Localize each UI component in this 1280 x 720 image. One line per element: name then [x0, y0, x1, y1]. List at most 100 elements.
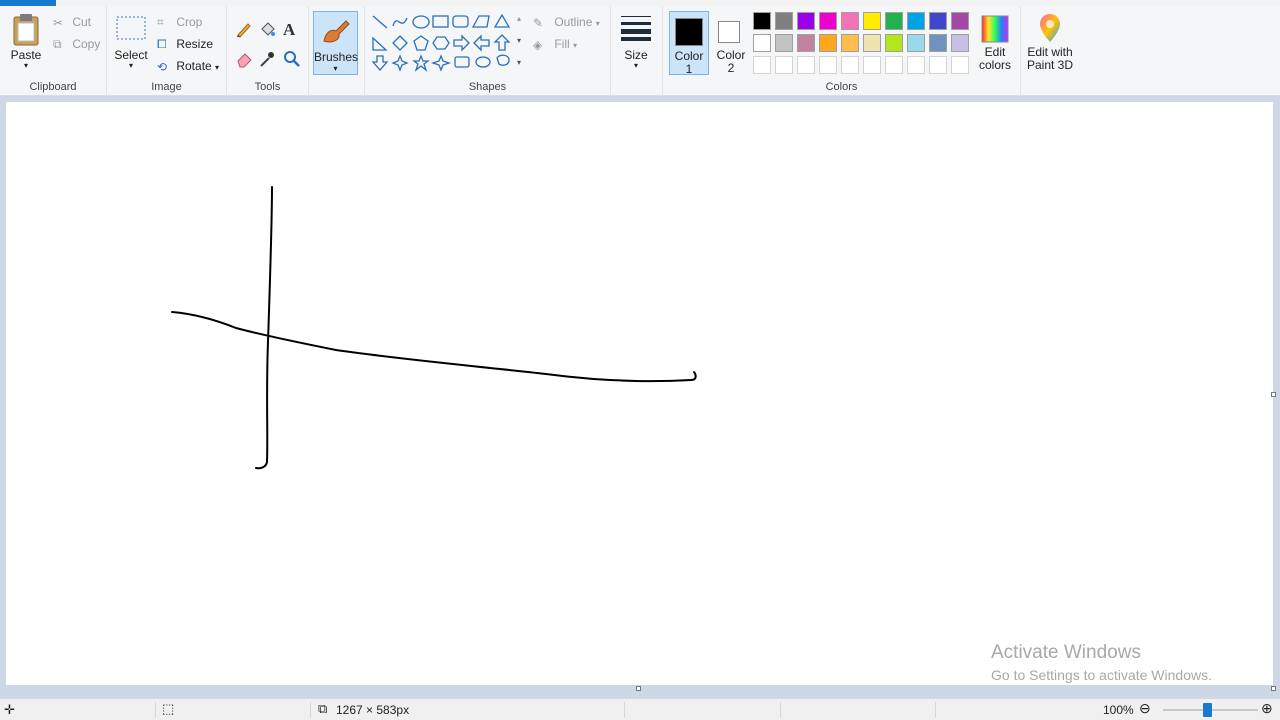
rotate-button[interactable]: ⟲ Rotate ▾ — [157, 59, 219, 74]
palette-swatch[interactable] — [929, 12, 947, 30]
shapes-gallery: ▴ ▾ ▾ — [369, 12, 527, 76]
shapes-scroll-up-icon[interactable]: ▴ — [517, 14, 521, 23]
clipboard-icon — [13, 14, 39, 46]
palette-swatch[interactable] — [907, 34, 925, 52]
palette-swatch[interactable] — [885, 12, 903, 30]
brushes-label: Brushes — [314, 50, 359, 64]
select-label: Select — [114, 48, 148, 62]
shapes-more-icon[interactable]: ▾ — [517, 58, 521, 67]
size-dropdown-icon[interactable]: ▾ — [617, 62, 655, 70]
rotate-dropdown-icon[interactable]: ▾ — [215, 63, 219, 72]
shapes-scroll-down-icon[interactable]: ▾ — [517, 36, 521, 45]
palette-swatch[interactable] — [775, 12, 793, 30]
palette-swatch[interactable] — [863, 56, 881, 74]
palette-swatch[interactable] — [797, 56, 815, 74]
copy-button[interactable]: ⧉ Copy — [53, 37, 100, 52]
palette-swatch[interactable] — [951, 56, 969, 74]
palette-swatch[interactable] — [841, 34, 859, 52]
canvas-resize-handle-bottom[interactable] — [636, 686, 641, 691]
zoom-out-icon[interactable]: ⊖ — [1139, 700, 1151, 717]
fill-label: Fill — [554, 37, 570, 51]
palette-swatch[interactable] — [929, 56, 947, 74]
edit-colors-label: Edit colors — [978, 45, 1011, 72]
edit-colors-button[interactable]: Edit colors — [975, 14, 1015, 72]
paste-button[interactable]: Paste ▾ — [6, 12, 46, 70]
crop-button[interactable]: ⌗ Crop — [157, 15, 202, 30]
palette-swatch[interactable] — [819, 12, 837, 30]
palette-swatch[interactable] — [797, 12, 815, 30]
text-tool-icon[interactable]: A — [283, 20, 295, 40]
select-button[interactable]: Select ▾ — [113, 14, 149, 70]
canvas-size-icon: ⧉ — [318, 701, 328, 716]
cut-label: Cut — [72, 15, 92, 29]
palette-swatch[interactable] — [819, 56, 837, 74]
outline-dropdown-icon[interactable]: ▾ — [596, 19, 600, 28]
palette-swatch[interactable] — [929, 34, 947, 52]
palette-swatch[interactable] — [775, 34, 793, 52]
color2-label: Color 2 — [716, 48, 746, 75]
zoom-slider-thumb[interactable] — [1203, 703, 1212, 717]
size-label: Size — [624, 48, 648, 62]
activate-windows-title: Activate Windows — [991, 642, 1141, 663]
palette-swatch[interactable] — [753, 34, 771, 52]
outline-button[interactable]: ✎ Outline ▾ — [533, 15, 600, 30]
canvas-resize-handle-right[interactable] — [1271, 392, 1276, 397]
eraser-icon[interactable] — [235, 50, 253, 68]
color1-swatch — [675, 18, 703, 46]
palette-swatch[interactable] — [951, 12, 969, 30]
fill-icon: ◈ — [533, 37, 543, 52]
status-bar: ✛ ⬚ ⧉ 1267 × 583px 100% ⊖ ⊕ — [0, 698, 1280, 720]
palette-swatch[interactable] — [885, 56, 903, 74]
drawing-canvas[interactable] — [6, 102, 1273, 685]
canvas-dimensions: 1267 × 583px — [336, 703, 410, 717]
size-button[interactable]: Size ▾ — [617, 14, 655, 70]
cursor-position-icon: ✛ — [4, 702, 15, 717]
color-picker-icon[interactable] — [258, 50, 276, 68]
size-group: Size ▾ — [611, 6, 663, 96]
brushes-group: Brushes ▾ — [309, 6, 365, 96]
fill-button[interactable]: ◈ Fill ▾ — [533, 37, 577, 52]
palette-swatch[interactable] — [863, 34, 881, 52]
palette-swatch[interactable] — [819, 34, 837, 52]
brushes-dropdown-icon[interactable]: ▾ — [314, 64, 357, 73]
palette-swatch[interactable] — [951, 34, 969, 52]
palette-swatch[interactable] — [907, 12, 925, 30]
palette-swatch[interactable] — [753, 56, 771, 74]
copy-icon: ⧉ — [53, 37, 62, 52]
cut-button[interactable]: ✂ Cut — [53, 15, 91, 30]
palette-swatch[interactable] — [775, 56, 793, 74]
color-palette — [753, 6, 978, 86]
palette-swatch[interactable] — [863, 12, 881, 30]
color-spectrum-icon — [981, 15, 1009, 43]
canvas-resize-handle-corner[interactable] — [1271, 686, 1276, 691]
zoom-level: 100% — [1103, 703, 1134, 717]
edit-with-paint3d-button[interactable]: Edit with Paint 3D — [1021, 14, 1079, 72]
canvas-area: Activate Windows Go to Settings to activ… — [0, 96, 1280, 698]
ribbon: Paste ▾ ✂ Cut ⧉ Copy Clipboard Select ▾ … — [0, 6, 1280, 96]
color2-button[interactable]: Color 2 — [712, 11, 750, 75]
brush-icon — [323, 20, 350, 43]
palette-swatch[interactable] — [841, 12, 859, 30]
magnifier-icon[interactable] — [283, 50, 301, 68]
crop-icon: ⌗ — [157, 15, 164, 30]
colors-group: Color 1 Color 2 Edit colors Colors — [663, 6, 1021, 96]
resize-button[interactable]: ⧠ Resize — [157, 37, 213, 52]
palette-swatch[interactable] — [797, 34, 815, 52]
brushes-button[interactable]: Brushes ▾ — [313, 11, 358, 75]
select-dropdown-icon[interactable]: ▾ — [113, 62, 149, 70]
palette-swatch[interactable] — [753, 12, 771, 30]
pencil-icon[interactable] — [235, 20, 253, 38]
zoom-in-icon[interactable]: ⊕ — [1261, 700, 1273, 717]
palette-swatch[interactable] — [841, 56, 859, 74]
clipboard-group-label: Clipboard — [29, 81, 77, 93]
palette-swatch[interactable] — [885, 34, 903, 52]
palette-swatch[interactable] — [907, 56, 925, 74]
fill-bucket-icon[interactable] — [258, 20, 276, 38]
color1-button[interactable]: Color 1 — [669, 11, 709, 76]
rotate-icon: ⟲ — [157, 59, 168, 74]
horizontal-stroke — [171, 311, 697, 383]
fill-dropdown-icon[interactable]: ▾ — [573, 41, 577, 50]
zoom-slider[interactable] — [1163, 703, 1258, 717]
tools-group: A Tools — [227, 6, 309, 96]
paste-dropdown-icon[interactable]: ▾ — [6, 62, 46, 70]
